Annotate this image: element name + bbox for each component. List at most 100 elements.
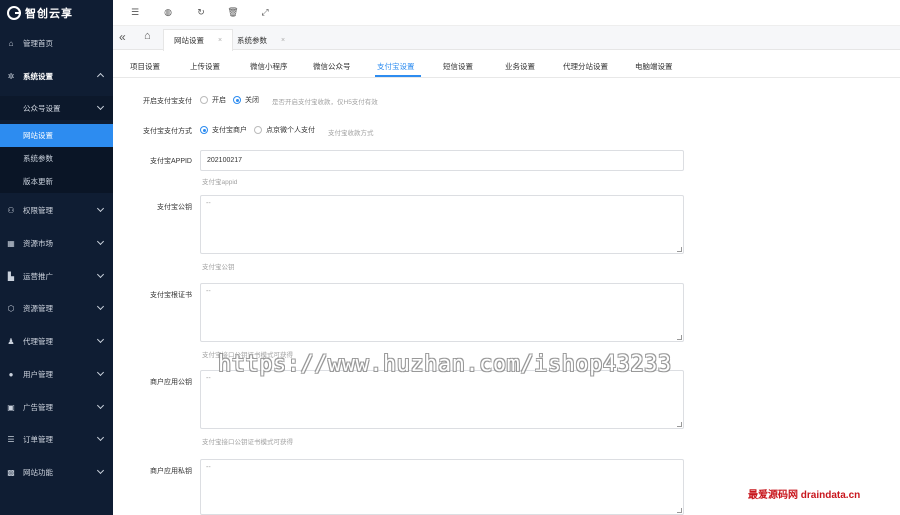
sidebar-item-label: 运营推广 bbox=[23, 271, 53, 281]
tab-project-settings[interactable]: 项目设置 bbox=[130, 61, 160, 72]
logo-text: 智创云享 bbox=[25, 8, 73, 20]
site-function-icon: ▩ bbox=[7, 467, 15, 477]
radio-circle-checked bbox=[200, 126, 208, 134]
sidebar-item-orders[interactable]: ☰ 订单管理 bbox=[0, 427, 113, 451]
sidebar-item-label: 系统设置 bbox=[23, 71, 53, 81]
sidebar-item-resources[interactable]: ⬡ 资源管理 bbox=[0, 296, 113, 320]
sidebar-item-ads[interactable]: ▣ 广告管理 bbox=[0, 395, 113, 419]
hint-enable-alipay: 是否开启支付宝收款，仅H5支付有效 bbox=[272, 99, 378, 106]
sidebar-item-label: 版本更新 bbox=[23, 177, 53, 186]
tab-wechat-official[interactable]: 微信公众号 bbox=[313, 61, 351, 72]
sidebar: 智创云享 ⌂ 管理首页 ✲ 系统设置 公众号设置 网站设置 系统参数 版本更新 … bbox=[0, 0, 113, 515]
resize-handle-icon[interactable] bbox=[677, 335, 682, 340]
sidebar-item-label: 订单管理 bbox=[23, 434, 53, 444]
chevron-down-icon bbox=[96, 237, 105, 246]
label-root-cert: 支付宝根证书 bbox=[150, 292, 192, 299]
sidebar-item-label: 网站功能 bbox=[23, 467, 53, 477]
sidebar-item-users[interactable]: ● 用户管理 bbox=[0, 362, 113, 386]
tab-system-params[interactable]: 系统参数 × bbox=[227, 29, 295, 51]
collapse-icon[interactable]: ☰ bbox=[129, 6, 141, 18]
sidebar-item-permissions[interactable]: ⚇ 权限管理 bbox=[0, 198, 113, 222]
resize-handle-icon[interactable] bbox=[677, 508, 682, 513]
sidebar-item-site-settings[interactable]: 网站设置 bbox=[0, 124, 113, 147]
sidebar-item-version-update[interactable]: 版本更新 bbox=[0, 170, 113, 193]
appid-input[interactable]: 202100217 bbox=[200, 150, 684, 171]
sidebar-subgroup-official-account[interactable]: 公众号设置 bbox=[0, 96, 113, 120]
public-key-textarea[interactable]: -- bbox=[200, 195, 684, 254]
sidebar-item-label: 权限管理 bbox=[23, 205, 53, 215]
permission-icon: ⚇ bbox=[7, 205, 15, 215]
refresh-icon[interactable]: ↻ bbox=[195, 6, 207, 18]
radio-enable-on[interactable]: 开启 bbox=[200, 95, 226, 105]
chevron-up-icon bbox=[96, 72, 105, 81]
chevron-down-icon bbox=[96, 466, 105, 475]
gear-icon: ✲ bbox=[7, 71, 15, 81]
close-icon[interactable]: × bbox=[281, 37, 285, 44]
label-public-key: 支付宝公钥 bbox=[157, 204, 192, 211]
logo-icon bbox=[7, 6, 21, 20]
resize-handle-icon[interactable] bbox=[677, 422, 682, 427]
hint-appid: 支付宝appid bbox=[202, 179, 238, 186]
sidebar-item-site-functions[interactable]: ▩ 网站功能 bbox=[0, 460, 113, 484]
sidebar-item-label: 网站设置 bbox=[23, 131, 53, 140]
label-enable-alipay: 开启支付宝支付 bbox=[143, 98, 192, 105]
tab-home-icon[interactable]: ⌂ bbox=[144, 30, 151, 42]
radio-label: 开启 bbox=[212, 97, 226, 104]
ad-icon: ▣ bbox=[7, 402, 15, 412]
radio-circle-checked bbox=[233, 96, 241, 104]
user-icon: ● bbox=[8, 369, 14, 379]
sidebar-item-home[interactable]: ⌂ 管理首页 bbox=[0, 31, 113, 55]
sidebar-item-system-params[interactable]: 系统参数 bbox=[0, 147, 113, 170]
chevron-down-icon bbox=[96, 102, 105, 111]
watermark-url: https://www.huzhan.com/ishop43233 bbox=[218, 352, 672, 377]
tab-upload-settings[interactable]: 上传设置 bbox=[190, 61, 220, 72]
radio-method-merchant[interactable]: 支付宝商户 bbox=[200, 125, 247, 135]
agent-icon: ♟ bbox=[7, 336, 15, 346]
tab-back-icon[interactable]: « bbox=[119, 30, 126, 44]
label-appid: 支付宝APPID bbox=[149, 158, 192, 165]
resize-handle-icon[interactable] bbox=[677, 247, 682, 252]
fullscreen-icon[interactable]: ⤢ bbox=[259, 6, 271, 18]
chevron-down-icon bbox=[96, 335, 105, 344]
sidebar-item-market[interactable]: ▦ 资源市场 bbox=[0, 231, 113, 255]
market-icon: ▦ bbox=[7, 238, 15, 248]
root-cert-textarea[interactable]: -- bbox=[200, 283, 684, 342]
sidebar-item-promotion[interactable]: ▙ 运营推广 bbox=[0, 264, 113, 288]
sidebar-item-system-settings[interactable]: ✲ 系统设置 bbox=[0, 64, 113, 88]
textarea-value: -- bbox=[206, 200, 211, 207]
radio-method-personal[interactable]: 点京微个人支付 bbox=[254, 125, 315, 135]
order-icon: ☰ bbox=[7, 434, 15, 444]
close-icon[interactable]: × bbox=[218, 37, 222, 44]
chevron-down-icon bbox=[96, 401, 105, 410]
promotion-icon: ▙ bbox=[7, 271, 15, 281]
logo[interactable]: 智创云享 bbox=[0, 0, 113, 26]
sidebar-item-label: 用户管理 bbox=[23, 369, 53, 379]
tab-agent-substation[interactable]: 代理分站设置 bbox=[563, 61, 608, 72]
radio-enable-off[interactable]: 关闭 bbox=[233, 95, 259, 105]
radio-circle bbox=[200, 96, 208, 104]
label-alipay-method: 支付宝支付方式 bbox=[143, 128, 192, 135]
chevron-down-icon bbox=[96, 368, 105, 377]
globe-icon[interactable]: ◍ bbox=[162, 6, 174, 18]
home-icon: ⌂ bbox=[8, 38, 14, 48]
tab-wechat-miniprogram[interactable]: 微信小程序 bbox=[250, 61, 288, 72]
sidebar-item-label: 管理首页 bbox=[23, 38, 53, 48]
chevron-down-icon bbox=[96, 433, 105, 442]
sidebar-item-label: 系统参数 bbox=[23, 154, 53, 163]
trash-icon[interactable]: 🗑 bbox=[227, 6, 239, 18]
tab-pc-settings[interactable]: 电脑端设置 bbox=[635, 61, 673, 72]
tab-alipay-settings[interactable]: 支付宝设置 bbox=[377, 61, 415, 72]
sidebar-item-agents[interactable]: ♟ 代理管理 bbox=[0, 329, 113, 353]
hint-app-public-key: 支付宝接口公钥证书模式可获得 bbox=[202, 439, 293, 446]
tab-site-settings[interactable]: 网站设置 × bbox=[163, 29, 234, 51]
sidebar-item-label: 代理管理 bbox=[23, 336, 53, 346]
radio-circle bbox=[254, 126, 262, 134]
tab-sms-settings[interactable]: 短信设置 bbox=[443, 61, 473, 72]
tab-business-settings[interactable]: 业务设置 bbox=[505, 61, 535, 72]
sidebar-item-label: 资源管理 bbox=[23, 303, 53, 313]
tab-label: 网站设置 bbox=[174, 36, 204, 45]
app-public-key-textarea[interactable]: -- bbox=[200, 370, 684, 429]
app-private-key-textarea[interactable]: -- bbox=[200, 459, 684, 515]
label-app-public-key: 商户应用公钥 bbox=[150, 379, 192, 386]
radio-label: 支付宝商户 bbox=[212, 127, 247, 134]
